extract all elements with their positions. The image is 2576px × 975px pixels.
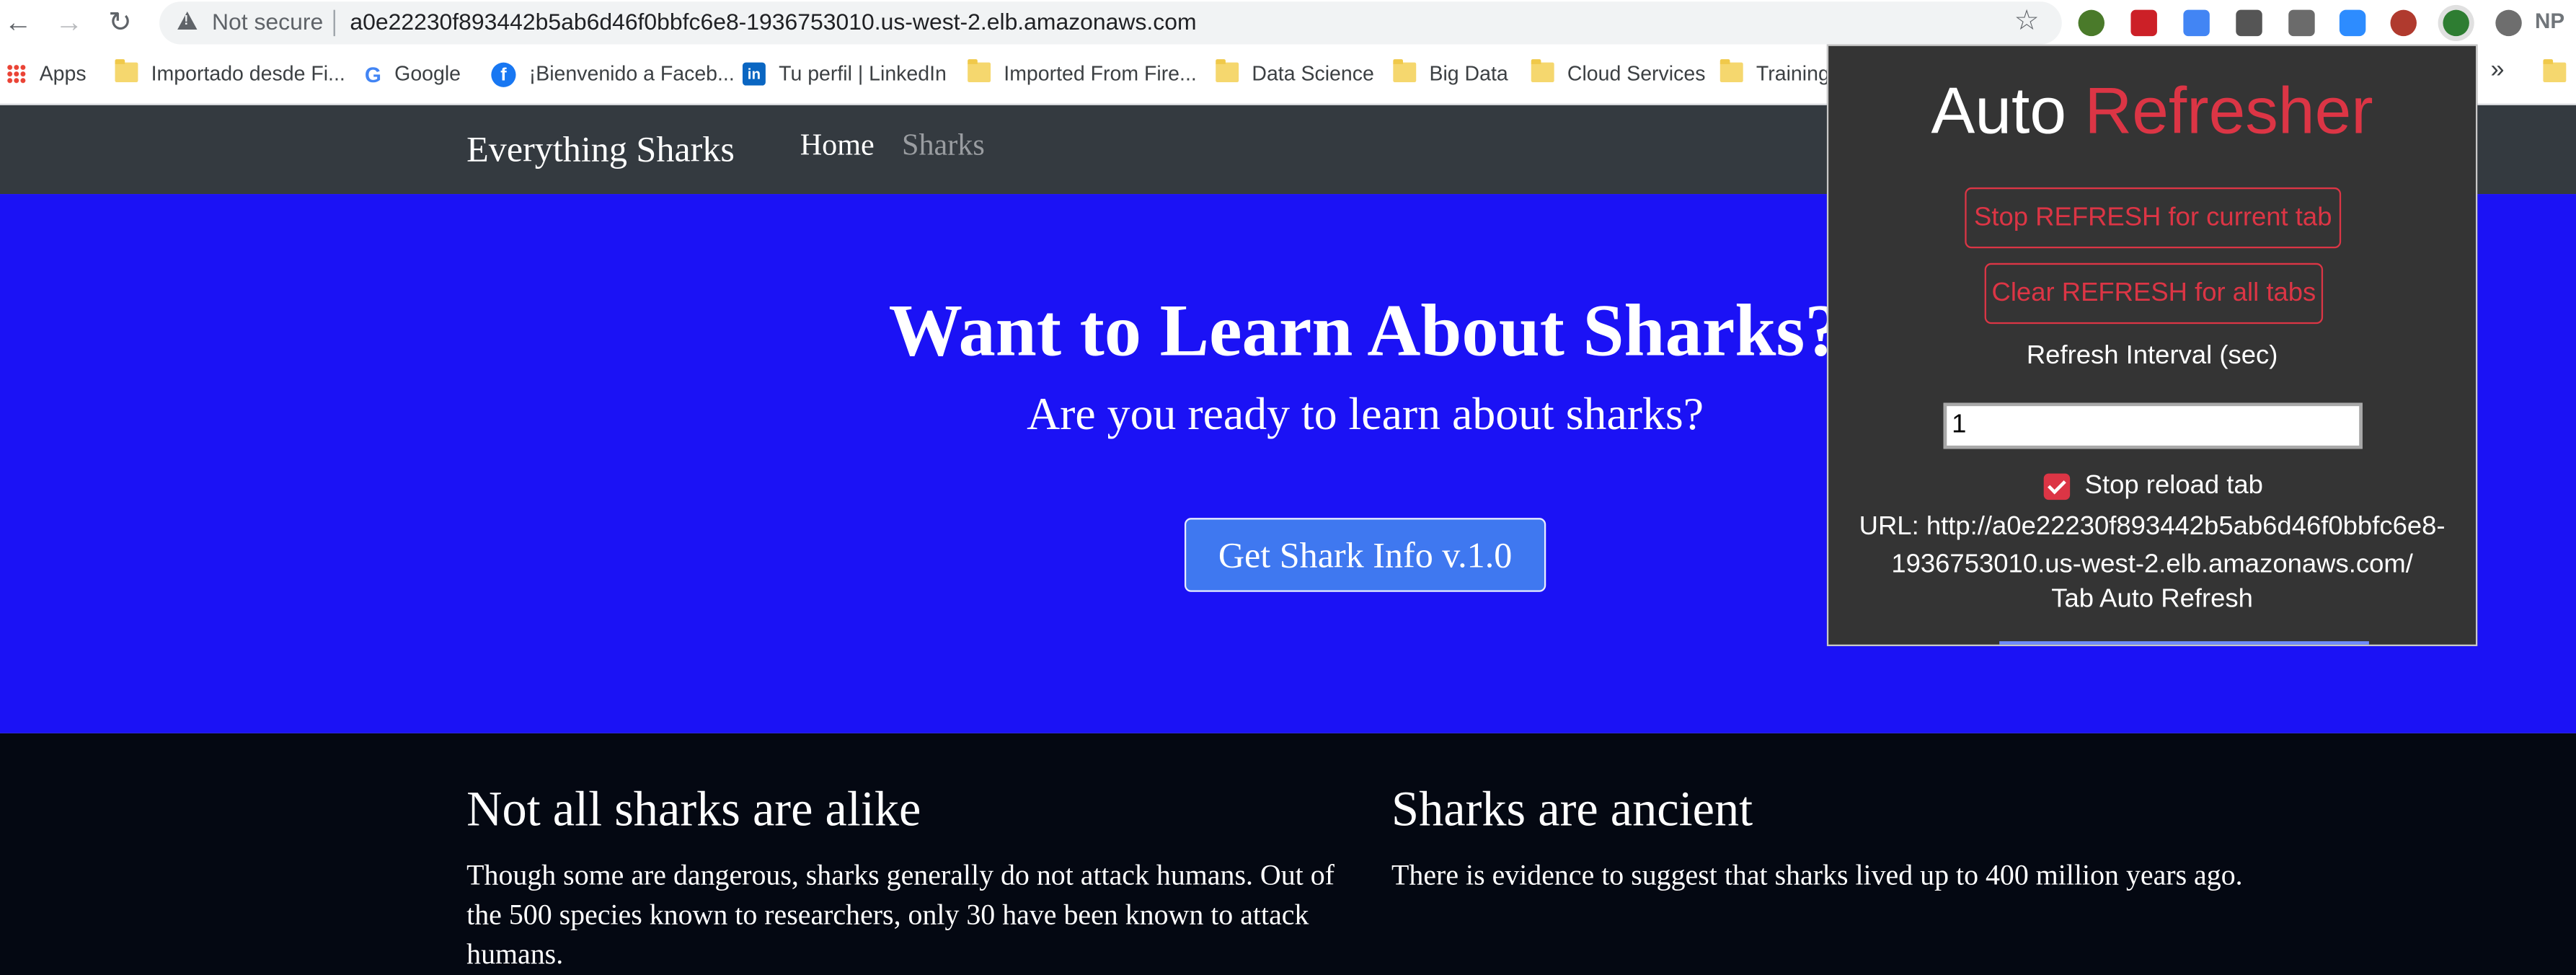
- fact-heading: Not all sharks are alike: [466, 782, 921, 837]
- popup-title-part2: Refresher: [2084, 75, 2373, 149]
- popup-title-part1: Auto: [1931, 75, 2067, 149]
- nav-link-sharks[interactable]: Sharks: [902, 130, 985, 164]
- fact-text: Though some are dangerous, sharks genera…: [466, 858, 1335, 971]
- stop-reload-option[interactable]: Stop reload tab: [2043, 470, 2263, 503]
- reload-icon[interactable]: ↻: [102, 5, 138, 41]
- profile-avatar[interactable]: NP: [2535, 8, 2564, 32]
- address-url[interactable]: a0e22230f893442b5ab6d46f0bbfc6e8-1936753…: [350, 8, 1196, 34]
- browser-toolbar: ← → ↻ Not secure a0e22230f893442b5ab6d46…: [0, 0, 2576, 46]
- bookmark-google[interactable]: G Google: [365, 59, 461, 89]
- auto-refresher-popup: Auto Refresher Stop REFRESH for current …: [1826, 44, 2478, 647]
- folder-icon: [115, 59, 138, 82]
- bookmark-star-icon[interactable]: ☆: [2014, 5, 2040, 38]
- bookmark-label: ¡Bienvenido a Faceb...: [528, 62, 735, 86]
- bulb-extension-icon[interactable]: [2236, 9, 2262, 37]
- bookmark-big-data[interactable]: Big Data: [1393, 59, 1508, 89]
- fact-column: Not all sharks are alike Though some are…: [466, 782, 1337, 973]
- bookmark-label: Apps: [39, 62, 87, 86]
- popup-footer: Tab Auto Refresh: [2051, 585, 2253, 614]
- facebook-icon: f: [491, 61, 516, 87]
- forward-arrow-icon[interactable]: →: [51, 5, 87, 41]
- folder-icon: [1719, 59, 1743, 82]
- security-status[interactable]: Not secure: [212, 8, 323, 34]
- tabs-extension-icon[interactable]: [2288, 9, 2315, 37]
- refresh-interval-input[interactable]: [1943, 402, 2363, 449]
- popup-url-info: URL: http://a0e22230f893442b5ab6d46f0bbf…: [1828, 508, 2476, 583]
- popup-divider: [1999, 641, 2369, 645]
- google-icon: G: [364, 61, 381, 87]
- globe-extension-icon[interactable]: [2078, 9, 2105, 37]
- bookmark-label: Imported From Fire...: [1004, 62, 1197, 86]
- fact-heading: Sharks are ancient: [1391, 782, 1753, 837]
- bookmark-facebook[interactable]: f ¡Bienvenido a Faceb...: [491, 59, 735, 89]
- bookmark-cloud-services[interactable]: Cloud Services: [1531, 59, 1706, 89]
- bookmark-label: Training: [1756, 62, 1830, 86]
- bookmark-label: Tu perfil | LinkedIn: [779, 62, 947, 86]
- apps-icon: [6, 63, 27, 84]
- get-shark-info-button[interactable]: Get Shark Info v.1.0: [1184, 518, 1546, 592]
- bookmark-label: Google: [394, 62, 461, 86]
- bookmark-linkedin[interactable]: in Tu perfil | LinkedIn: [742, 59, 947, 89]
- folder-icon[interactable]: [2543, 59, 2567, 82]
- folder-icon: [968, 59, 991, 82]
- refresh-interval-label: Refresh Interval (sec): [2026, 342, 2278, 370]
- address-divider: [333, 9, 335, 37]
- bookmark-label: Importado desde Fi...: [151, 62, 345, 86]
- bookmark-label: Cloud Services: [1567, 62, 1706, 86]
- site-brand[interactable]: Everything Sharks: [466, 128, 735, 171]
- fact-column: Sharks are ancient There is evidence to …: [1391, 782, 2262, 894]
- linkedin-icon: in: [742, 62, 766, 86]
- fact-text: There is evidence to suggest that sharks…: [1391, 858, 2243, 891]
- grammar-extension-icon[interactable]: [2390, 9, 2417, 37]
- zoom-extension-icon[interactable]: [2339, 9, 2366, 37]
- lastpass-extension-icon[interactable]: [2130, 9, 2157, 37]
- stop-refresh-button[interactable]: Stop REFRESH for current tab: [1965, 187, 2342, 249]
- bookmark-label: Data Science: [1252, 62, 1374, 86]
- mask-extension-icon[interactable]: [2495, 9, 2522, 37]
- bookmark-importado[interactable]: Importado desde Fi...: [115, 59, 345, 89]
- nav-link-home[interactable]: Home: [800, 130, 875, 164]
- clear-refresh-button[interactable]: Clear REFRESH for all tabs: [1984, 262, 2324, 325]
- warning-icon[interactable]: [177, 11, 198, 30]
- auto-refresher-extension-icon[interactable]: [2443, 9, 2469, 37]
- back-arrow-icon[interactable]: ←: [0, 5, 36, 41]
- stop-reload-label: Stop reload tab: [2084, 472, 2263, 500]
- facts-section: Not all sharks are alike Though some are…: [0, 733, 2576, 975]
- bookmark-label: Big Data: [1429, 62, 1508, 86]
- translate-extension-icon[interactable]: [2183, 9, 2210, 37]
- folder-icon: [1216, 59, 1239, 82]
- bookmarks-overflow-chevron-icon[interactable]: »: [2491, 56, 2505, 84]
- folder-icon: [1531, 59, 1554, 82]
- popup-url-line: URL: http://a0e22230f893442b5ab6d46f0bbf…: [1859, 513, 2446, 542]
- bookmark-training[interactable]: Training: [1719, 59, 1830, 89]
- folder-icon: [1393, 59, 1417, 82]
- bookmark-imported-firefox[interactable]: Imported From Fire...: [968, 59, 1197, 89]
- bookmark-apps[interactable]: Apps: [6, 59, 87, 89]
- popup-title: Auto Refresher: [1828, 76, 2476, 150]
- stop-reload-checkbox[interactable]: [2043, 473, 2071, 500]
- bookmark-data-science[interactable]: Data Science: [1216, 59, 1374, 89]
- popup-url-line: 1936753010.us-west-2.elb.amazonaws.com/: [1891, 550, 2413, 579]
